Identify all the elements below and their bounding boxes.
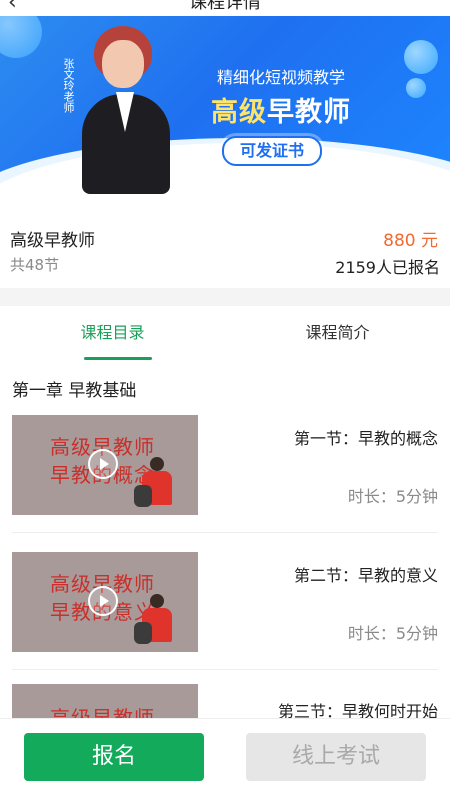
lesson-count: 共48节 [10,256,60,274]
divider [12,532,438,533]
lesson-duration: 时长：5分钟 [347,487,438,506]
course-price: 880 元 [383,231,438,251]
online-exam-button[interactable]: 线上考试 [246,733,426,781]
divider [12,669,438,670]
course-tabs: 课程目录 课程简介 [0,306,450,362]
instructor-figure [134,457,176,513]
lesson-item[interactable]: 高级早教师 早教的意义 第二节：早教的意义 时长：5分钟 [0,552,450,672]
lesson-duration: 时长：5分钟 [347,624,438,643]
course-banner: 张文玲老师 精细化短视频教学 高级早教师 可发证书 [0,16,450,208]
certificate-badge: 可发证书 [222,136,322,166]
lesson-title: 第一节：早教的概念 [293,429,438,448]
course-name: 高级早教师 [10,231,95,251]
active-tab-indicator [84,357,152,360]
lesson-thumbnail[interactable]: 高级早教师 早教的意义 [12,552,198,652]
decor-bubble [0,16,42,58]
enrolled-count: 2159人已报名 [335,258,440,277]
chapter-title: 第一章 早教基础 [12,381,137,401]
enroll-button[interactable]: 报名 [24,733,204,781]
lesson-title: 第三节：早教何时开始 [277,702,438,718]
tab-introduction[interactable]: 课程简介 [225,306,450,362]
lesson-item[interactable]: 高级早教师 第三节：早教何时开始 [0,684,450,718]
banner-headline: 高级早教师 [211,97,351,128]
bottom-action-bar: 报名 线上考试 [0,718,450,801]
lesson-thumbnail[interactable]: 高级早教师 [12,684,198,718]
banner-tagline: 精细化短视频教学 [216,68,345,87]
top-navbar: ‹ 课程详情 [0,0,450,16]
course-info: 高级早教师 共48节 880 元 2159人已报名 [0,208,450,288]
play-icon[interactable] [88,449,118,479]
teacher-photo: 张文玲老师 [62,24,172,196]
lesson-list[interactable]: 第一章 早教基础 高级早教师 早教的概念 第一节：早教的概念 时长：5分钟 高级… [0,362,450,718]
instructor-figure [134,594,176,650]
decor-bubble [404,40,438,74]
decor-bubble [406,78,426,98]
lesson-item[interactable]: 高级早教师 早教的概念 第一节：早教的概念 时长：5分钟 [0,415,450,535]
tab-catalog[interactable]: 课程目录 [0,306,225,362]
page-title: 课程详情 [189,0,261,13]
lesson-thumbnail[interactable]: 高级早教师 早教的概念 [12,415,198,515]
teacher-name: 张文玲老师 [62,58,75,113]
lesson-title: 第二节：早教的意义 [293,566,438,585]
play-icon[interactable] [88,586,118,616]
